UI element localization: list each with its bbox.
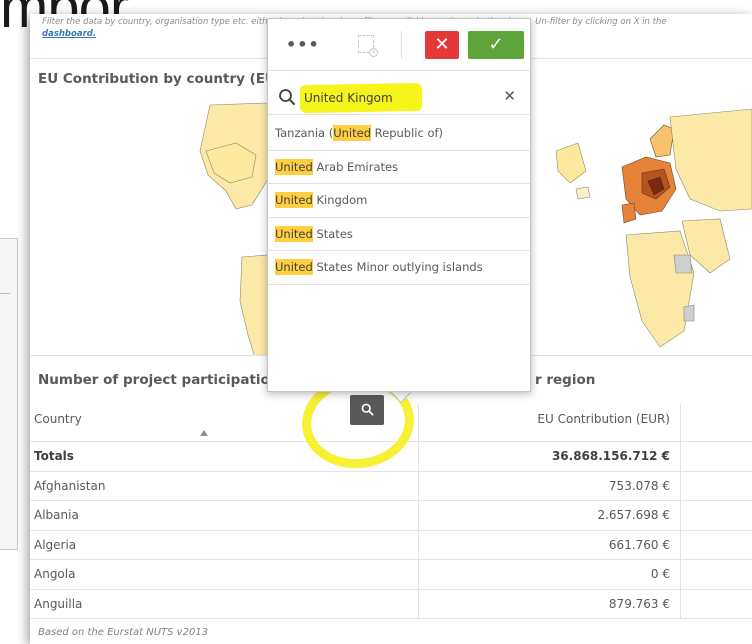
result-match: United: [275, 158, 313, 175]
search-icon: [279, 89, 295, 105]
column-divider: [418, 471, 419, 500]
value-cell: 753.078 €: [608, 478, 670, 493]
column-divider: [680, 404, 681, 441]
result-suffix: States Minor outlying islands: [312, 260, 483, 274]
result-suffix: Republic of): [371, 126, 444, 140]
sort-ascending-icon[interactable]: [200, 430, 208, 436]
more-options-button[interactable]: •••: [286, 35, 320, 54]
list-item[interactable]: United Kingdom: [268, 184, 530, 218]
table-row[interactable]: Afghanistan 753.078 €: [30, 471, 752, 501]
table-row[interactable]: Albania 2.657.698 €: [30, 501, 752, 531]
country-cell[interactable]: Albania: [34, 501, 79, 530]
listbox-search-popover: ••• × ✕ ✓ ✕ Tanzania (United Republic of…: [267, 18, 531, 392]
list-item[interactable]: Tanzania (United Republic of): [268, 117, 530, 151]
column-divider: [418, 530, 419, 559]
column-divider: [680, 442, 681, 471]
iberia[interactable]: [621, 202, 637, 224]
country-cell[interactable]: Angola: [34, 560, 75, 589]
confirm-selection-button[interactable]: ✓: [468, 31, 524, 59]
selection-toolbar: ••• × ✕ ✓: [268, 19, 530, 71]
background-frame: [0, 238, 18, 550]
column-search-button[interactable]: [350, 395, 384, 425]
country-cell[interactable]: Anguilla: [34, 590, 82, 619]
iceland[interactable]: [575, 186, 591, 200]
value-cell: 661.760 €: [608, 537, 670, 552]
column-divider: [680, 501, 681, 530]
column-divider: [680, 471, 681, 500]
table-title-suffix: r region: [535, 372, 596, 388]
result-match: United: [275, 225, 313, 242]
map-title: EU Contribution by country (EU: [38, 71, 276, 87]
totals-value: 36.868.156.712 €: [551, 449, 670, 463]
column-divider: [418, 589, 419, 618]
list-item[interactable]: United Arab Emirates: [268, 151, 530, 184]
table-row[interactable]: Anguilla 879.763 €: [30, 589, 752, 619]
value-cell: 0 €: [650, 567, 670, 581]
column-divider: [680, 560, 681, 589]
table-row[interactable]: Algeria 661.760 €: [30, 530, 752, 560]
country-cell[interactable]: Afghanistan: [34, 472, 105, 501]
column-divider: [418, 501, 419, 530]
background-frame-line: [0, 293, 10, 294]
africa-no-data-south[interactable]: [683, 304, 695, 322]
clear-selection-icon[interactable]: ×: [358, 35, 378, 57]
result-suffix: Arab Emirates: [312, 159, 399, 174]
result-match: United: [275, 192, 313, 208]
result-suffix: States: [312, 226, 353, 241]
search-input[interactable]: [304, 87, 464, 109]
column-divider: [418, 442, 419, 471]
value-cell: 2.657.698 €: [597, 508, 670, 522]
result-suffix: Kingdom: [312, 193, 368, 207]
clear-badge-icon: ×: [369, 48, 378, 57]
column-divider: [418, 404, 419, 441]
column-divider: [680, 589, 681, 618]
search-row: ✕: [268, 81, 530, 115]
value-cell: 879.763 €: [608, 596, 670, 611]
totals-label: Totals: [34, 449, 74, 463]
country-cell[interactable]: Algeria: [34, 531, 76, 560]
column-header-eu-contribution[interactable]: EU Contribution (EUR): [537, 404, 670, 434]
column-header-country[interactable]: Country: [34, 404, 82, 434]
column-divider: [680, 530, 681, 559]
table-row[interactable]: Angola 0 €: [30, 560, 752, 590]
table-title: Number of project participatio: [38, 372, 270, 388]
list-item[interactable]: United States: [268, 218, 530, 251]
africa-no-data[interactable]: [673, 254, 693, 274]
result-prefix: Tanzania (: [275, 126, 334, 140]
search-results-list: Tanzania (United Republic of) United Ara…: [268, 117, 530, 285]
list-item[interactable]: United States Minor outlying islands: [268, 251, 530, 285]
source-footnote: Based on the Eurstat NUTS v2013: [38, 627, 209, 638]
result-match: United: [333, 125, 372, 141]
clear-search-button[interactable]: ✕: [503, 87, 516, 105]
toolbar-divider: [401, 31, 402, 59]
column-divider: [418, 560, 419, 589]
search-icon: [361, 403, 374, 416]
result-match: United: [275, 259, 313, 275]
cancel-selection-button[interactable]: ✕: [425, 31, 459, 59]
